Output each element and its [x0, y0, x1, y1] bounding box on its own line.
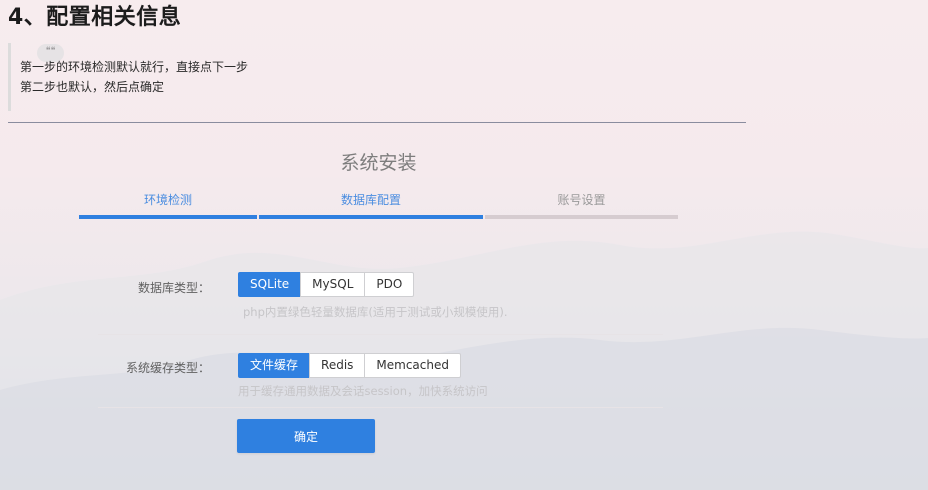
- step-bar-env-check: [79, 215, 257, 219]
- install-title: 系统安装: [340, 152, 417, 174]
- quote-line-2: 第二步也默认，然后点确定: [20, 80, 165, 94]
- db-option-mysql[interactable]: MySQL: [300, 272, 366, 297]
- db-type-button-group: SQLite MySQL PDO: [238, 272, 415, 297]
- confirm-button[interactable]: 确定: [237, 419, 375, 453]
- step-account-settings[interactable]: 账号设置: [485, 191, 678, 208]
- db-option-pdo[interactable]: PDO: [364, 272, 415, 297]
- step-env-check[interactable]: 环境检测: [79, 191, 257, 208]
- quote-line-1: 第一步的环境检测默认就行，直接点下一步: [20, 60, 249, 74]
- db-type-label: 数据库类型：: [137, 281, 210, 295]
- cache-option-memcached[interactable]: Memcached: [364, 353, 461, 378]
- db-option-sqlite[interactable]: SQLite: [238, 272, 302, 297]
- background-mountains: [0, 231, 928, 490]
- cache-option-file[interactable]: 文件缓存: [238, 353, 311, 378]
- form-row-divider: [98, 334, 663, 335]
- section-divider: [8, 122, 746, 123]
- cache-option-redis[interactable]: Redis: [309, 353, 366, 378]
- section-heading: 4、配置相关信息: [8, 5, 182, 30]
- cache-type-button-group: 文件缓存 Redis Memcached: [238, 353, 461, 378]
- db-type-hint: php内置绿色轻量数据库(适用于测试或小规模使用).: [243, 305, 508, 319]
- form-row-divider: [98, 407, 663, 408]
- step-bar-db-config: [259, 215, 483, 219]
- blockquote: ❝❝ 第一步的环境检测默认就行，直接点下一步 第二步也默认，然后点确定: [8, 43, 271, 111]
- step-bar-account-settings: [485, 215, 678, 219]
- cache-type-label: 系统缓存类型：: [125, 361, 210, 375]
- step-db-config[interactable]: 数据库配置: [259, 191, 483, 208]
- cache-type-hint: 用于缓存通用数据及会话session，加快系统访问: [238, 384, 488, 398]
